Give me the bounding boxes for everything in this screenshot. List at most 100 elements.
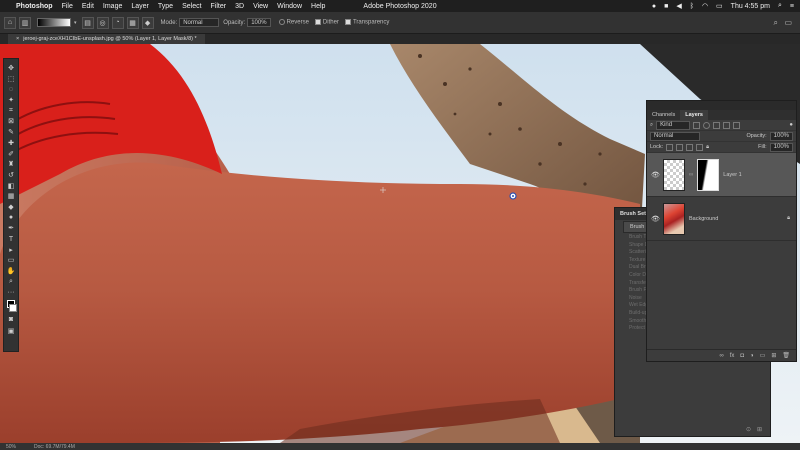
reverse-option[interactable]: Reverse — [278, 19, 309, 26]
radial-gradient-icon[interactable]: ◎ — [96, 16, 109, 29]
linear-gradient-icon[interactable]: ▤ — [81, 16, 94, 29]
path-selection-icon[interactable]: ▸ — [5, 245, 17, 255]
move-tool-icon[interactable]: ✥ — [5, 63, 17, 73]
volume-icon[interactable]: ◀ — [676, 2, 681, 10]
camera-icon[interactable]: ■ — [664, 3, 668, 10]
new-group-icon[interactable]: ▭ — [760, 352, 766, 359]
document-tab[interactable]: × jeroej-graj-zceXH1CIbE-unsplash.jpg @ … — [8, 34, 205, 44]
opacity-field[interactable]: 100% — [247, 18, 271, 27]
gradient-tool-icon[interactable]: ▦ — [5, 191, 17, 201]
blend-mode-select[interactable]: Normal — [650, 131, 700, 141]
menu-help[interactable]: Help — [311, 3, 325, 10]
mode-select[interactable]: Normal — [179, 18, 220, 27]
menu-layer[interactable]: Layer — [131, 3, 149, 10]
layer-opacity-field[interactable]: 100% — [769, 131, 793, 141]
lock-artboard-icon[interactable] — [696, 143, 704, 151]
chevron-down-icon[interactable]: ▾ — [74, 20, 77, 26]
eraser-tool-icon[interactable]: ◧ — [5, 181, 17, 191]
menu-edit[interactable]: Edit — [82, 3, 94, 10]
menu-list-icon[interactable]: ≡ — [790, 3, 794, 10]
layer-name[interactable]: Background — [689, 216, 718, 222]
menu-image[interactable]: Image — [103, 3, 122, 10]
pixel-filter-icon[interactable] — [693, 121, 701, 129]
adjustment-layer-icon[interactable]: ◑ — [750, 353, 754, 359]
new-layer-icon[interactable]: ⊞ — [771, 352, 776, 359]
add-mask-icon[interactable]: ◘ — [740, 353, 744, 359]
frame-tool-icon[interactable]: ⊠ — [5, 116, 17, 126]
dither-checkbox[interactable] — [314, 19, 321, 26]
gradient-tool-icon[interactable]: ▥ — [19, 16, 31, 29]
blur-tool-icon[interactable]: ◆ — [5, 202, 17, 212]
smart-object-filter-icon[interactable] — [733, 121, 741, 129]
layer-name[interactable]: Layer 1 — [723, 172, 741, 178]
healing-brush-icon[interactable]: ✚ — [5, 138, 17, 148]
transparency-checkbox[interactable] — [344, 19, 351, 26]
menu-view[interactable]: View — [253, 3, 268, 10]
layer-thumbnail[interactable] — [663, 158, 685, 191]
fx-icon[interactable]: fx — [730, 353, 735, 359]
menu-file[interactable]: File — [62, 3, 73, 10]
lasso-tool-icon[interactable]: ◌ — [5, 84, 17, 94]
zoom-tool-icon[interactable]: ⌕ — [5, 277, 17, 287]
lock-transparent-icon[interactable] — [666, 143, 674, 151]
type-filter-icon[interactable] — [713, 121, 721, 129]
menu-3d[interactable]: 3D — [235, 3, 244, 10]
workspace-icon[interactable]: ▭ — [784, 18, 792, 27]
menu-window[interactable]: Window — [277, 3, 302, 10]
status-icon[interactable]: ● — [652, 3, 656, 10]
shape-tool-icon[interactable]: ▭ — [5, 255, 17, 265]
filter-toggle-icon[interactable]: ● — [789, 122, 793, 128]
visibility-eye-icon[interactable]: 👁︎ — [651, 215, 660, 223]
fill-field[interactable]: 100% — [769, 142, 793, 152]
menu-select[interactable]: Select — [182, 3, 201, 10]
background-color[interactable] — [9, 304, 17, 313]
lock-position-icon[interactable] — [686, 143, 694, 151]
reflected-gradient-icon[interactable]: ▦ — [126, 16, 139, 29]
reverse-checkbox[interactable] — [278, 19, 285, 26]
search-icon[interactable]: ⌕ — [774, 18, 778, 28]
battery-icon[interactable]: ▭ — [716, 2, 723, 10]
menu-type[interactable]: Type — [158, 3, 173, 10]
marquee-tool-icon[interactable]: ⬚ — [5, 74, 17, 84]
gradient-picker[interactable] — [37, 18, 71, 27]
type-tool-icon[interactable]: T — [5, 234, 17, 244]
layer-mask-thumbnail[interactable] — [697, 158, 720, 191]
dodge-tool-icon[interactable]: ● — [5, 213, 17, 223]
zoom-level[interactable]: 50% — [6, 444, 16, 450]
toggle-preview-icon[interactable]: ⊙ — [746, 426, 751, 433]
lock-image-icon[interactable] — [676, 143, 684, 151]
menu-app-name[interactable]: Photoshop — [16, 3, 53, 10]
hand-tool-icon[interactable]: ✋ — [5, 266, 17, 276]
angle-gradient-icon[interactable]: ◔ — [111, 16, 124, 29]
transparency-option[interactable]: Transparency — [344, 19, 389, 26]
layer-row-background[interactable]: 👁︎ Background 🔒︎ — [647, 197, 796, 241]
bluetooth-icon[interactable]: ᛒ — [690, 3, 694, 10]
lock-all-icon[interactable]: 🔒︎ — [706, 144, 709, 151]
link-icon[interactable]: ∞ — [689, 172, 693, 178]
magic-wand-icon[interactable]: ✦ — [5, 95, 17, 105]
trash-icon[interactable]: 🗑︎ — [782, 352, 790, 359]
adjustment-filter-icon[interactable] — [703, 121, 711, 129]
screen-mode-icon[interactable]: ▣ — [5, 326, 17, 336]
layer-row-layer-1[interactable]: 👁︎ ∞ Layer 1 — [647, 153, 796, 197]
panel-header[interactable] — [647, 101, 796, 110]
more-tools-icon[interactable]: ··· — [5, 287, 17, 297]
clock[interactable]: Thu 4:55 pm — [731, 3, 770, 10]
layer-thumbnail[interactable] — [663, 202, 685, 235]
clone-stamp-icon[interactable]: ♜ — [5, 159, 17, 169]
wifi-icon[interactable]: ◠ — [702, 2, 708, 10]
home-icon[interactable]: ⌂ — [4, 16, 16, 29]
dither-option[interactable]: Dither — [314, 19, 339, 26]
brush-tool-icon[interactable]: ✐ — [5, 149, 17, 159]
tab-channels[interactable]: Channels — [647, 110, 680, 120]
eyedropper-icon[interactable]: ✎ — [5, 127, 17, 137]
crop-tool-icon[interactable]: ⌗ — [5, 106, 17, 116]
link-layers-icon[interactable]: ∞ — [719, 353, 723, 359]
pen-tool-icon[interactable]: ✒ — [5, 223, 17, 233]
color-swatches[interactable] — [5, 298, 17, 314]
diamond-gradient-icon[interactable]: ◆ — [141, 16, 154, 29]
search-icon[interactable]: ⌕ — [778, 2, 782, 10]
new-brush-icon[interactable]: ⊞ — [757, 426, 762, 433]
shape-filter-icon[interactable] — [723, 121, 731, 129]
history-brush-icon[interactable]: ↺ — [5, 170, 17, 180]
